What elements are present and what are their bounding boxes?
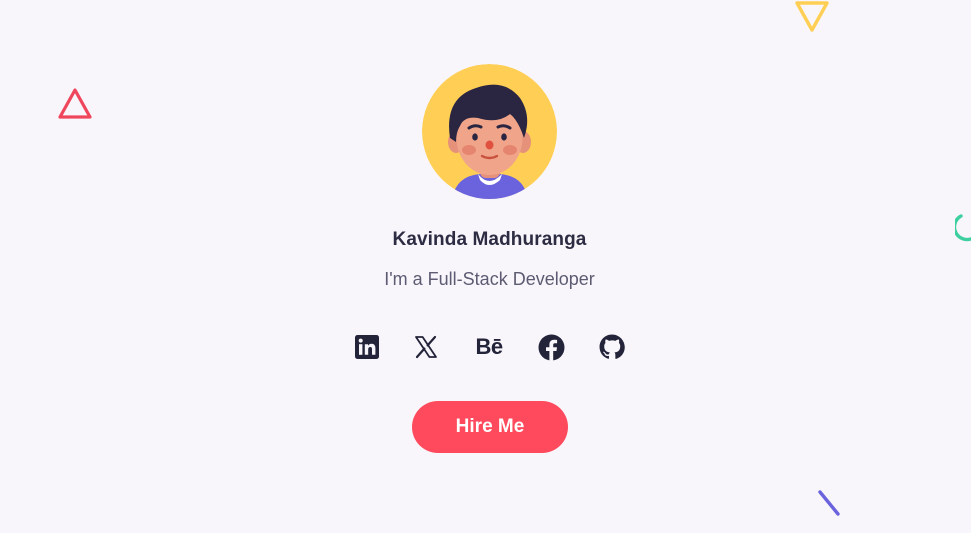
hire-me-button[interactable]: Hire Me bbox=[412, 401, 568, 453]
profile-name: Kavinda Madhuranga bbox=[392, 229, 587, 250]
linkedin-icon bbox=[355, 335, 379, 359]
red-triangle-shape bbox=[58, 88, 92, 119]
facebook-icon bbox=[538, 334, 564, 361]
x-icon bbox=[415, 335, 437, 359]
developer-avatar-illustration bbox=[422, 64, 557, 199]
hero-section: Kavinda Madhuranga I'm a Full-Stack Deve… bbox=[0, 0, 971, 533]
behance-link[interactable]: Bē bbox=[471, 332, 507, 362]
behance-icon: Bē bbox=[475, 334, 503, 359]
facebook-link[interactable] bbox=[536, 332, 566, 362]
linkedin-link[interactable] bbox=[352, 332, 382, 362]
github-link[interactable] bbox=[597, 332, 627, 362]
x-link[interactable] bbox=[411, 332, 441, 362]
profile-avatar bbox=[422, 64, 557, 199]
profile-tagline: I'm a Full-Stack Developer bbox=[384, 269, 595, 289]
yellow-triangle-shape bbox=[795, 1, 829, 32]
purple-line-shape bbox=[818, 490, 840, 516]
github-icon bbox=[599, 334, 625, 359]
